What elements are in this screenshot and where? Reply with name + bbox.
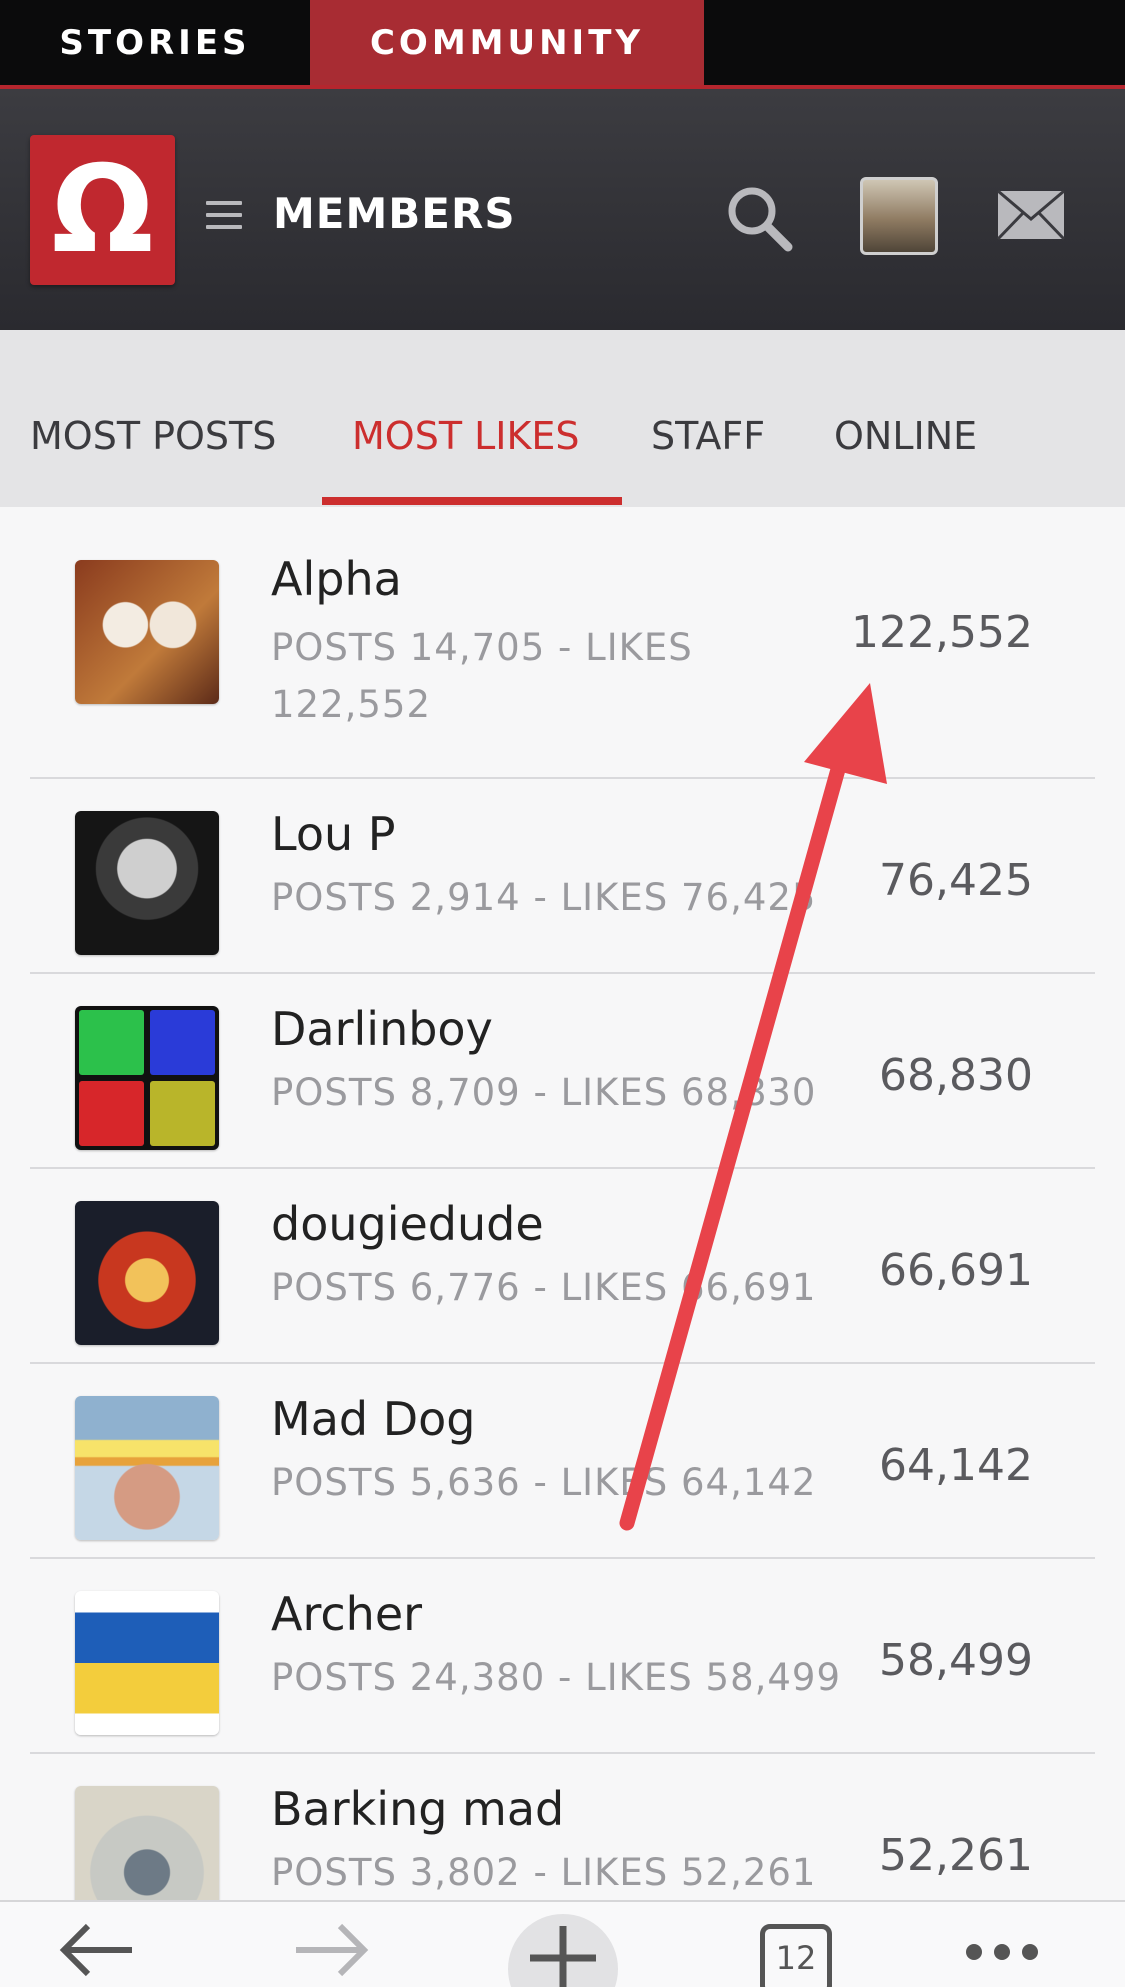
active-tab-indicator: [322, 497, 622, 505]
member-name[interactable]: Darlinboy: [271, 1002, 493, 1056]
member-likes-count: 76,425: [879, 855, 1033, 906]
member-tabs: MOST POSTS MOST LIKES STAFF ONLINE: [0, 330, 1125, 507]
member-avatar: [75, 1201, 219, 1345]
top-nav: STORIES COMMUNITY: [0, 0, 1125, 89]
site-header: Ω MEMBERS: [0, 89, 1125, 330]
member-name[interactable]: Archer: [271, 1587, 422, 1641]
top-tab-community[interactable]: COMMUNITY: [310, 0, 704, 85]
more-icon[interactable]: [966, 1944, 1038, 1960]
avatar[interactable]: [860, 177, 938, 255]
member-name[interactable]: dougiedude: [271, 1197, 544, 1251]
member-name[interactable]: Alpha: [271, 552, 402, 606]
list-item[interactable]: Barking mad POSTS 3,802 - LIKES 52,261 5…: [0, 1754, 1125, 1900]
member-avatar: [75, 1591, 219, 1735]
tab-staff[interactable]: STAFF: [651, 414, 765, 458]
tabs-icon[interactable]: 12: [760, 1924, 832, 1987]
member-stats: POSTS 14,705 - LIKES 122,552: [271, 626, 693, 726]
member-avatar: [75, 811, 219, 955]
member-likes-count: 52,261: [879, 1830, 1033, 1881]
member-name[interactable]: Barking mad: [271, 1782, 564, 1836]
member-stats: POSTS 8,709 - LIKES 68,830: [271, 1071, 817, 1114]
member-likes-count: 64,142: [879, 1440, 1033, 1491]
site-logo[interactable]: Ω: [30, 135, 175, 285]
list-item[interactable]: Archer POSTS 24,380 - LIKES 58,499 58,49…: [0, 1559, 1125, 1754]
member-avatar: [75, 1786, 219, 1900]
member-likes-count: 68,830: [879, 1050, 1033, 1101]
list-item[interactable]: Alpha POSTS 14,705 - LIKES 122,552 122,5…: [0, 507, 1125, 779]
member-avatar: [75, 1006, 219, 1150]
member-likes-count: 122,552: [851, 607, 1033, 658]
member-name[interactable]: Lou P: [271, 807, 395, 861]
member-name[interactable]: Mad Dog: [271, 1392, 475, 1446]
browser-toolbar: 12: [0, 1900, 1125, 1987]
member-likes-count: 58,499: [879, 1635, 1033, 1686]
list-item[interactable]: Darlinboy POSTS 8,709 - LIKES 68,830 68,…: [0, 974, 1125, 1169]
member-list: Alpha POSTS 14,705 - LIKES 122,552 122,5…: [0, 507, 1125, 1900]
member-stats: POSTS 2,914 - LIKES 76,425: [271, 876, 817, 919]
tab-most-likes[interactable]: MOST LIKES: [352, 414, 580, 458]
page-title: MEMBERS: [273, 189, 516, 238]
member-avatar: [75, 560, 219, 704]
list-item[interactable]: Lou P POSTS 2,914 - LIKES 76,425 76,425: [0, 779, 1125, 974]
list-item[interactable]: dougiedude POSTS 6,776 - LIKES 66,691 66…: [0, 1169, 1125, 1364]
search-icon[interactable]: [722, 181, 796, 255]
list-item[interactable]: Mad Dog POSTS 5,636 - LIKES 64,142 64,14…: [0, 1364, 1125, 1559]
new-tab-button[interactable]: [508, 1914, 618, 1987]
member-stats: POSTS 24,380 - LIKES 58,499: [271, 1656, 841, 1699]
member-stats: POSTS 3,802 - LIKES 52,261: [271, 1851, 817, 1894]
mail-icon[interactable]: [996, 189, 1066, 241]
member-likes-count: 66,691: [879, 1245, 1033, 1296]
member-stats: POSTS 5,636 - LIKES 64,142: [271, 1461, 817, 1504]
forward-arrow-icon[interactable]: [290, 1920, 370, 1980]
tab-online[interactable]: ONLINE: [834, 414, 977, 458]
menu-icon[interactable]: [206, 201, 242, 231]
top-tab-stories[interactable]: STORIES: [0, 0, 310, 85]
plus-icon: [530, 1926, 596, 1987]
member-avatar: [75, 1396, 219, 1540]
back-arrow-icon[interactable]: [58, 1920, 138, 1980]
tab-most-posts[interactable]: MOST POSTS: [30, 414, 276, 458]
member-stats: POSTS 6,776 - LIKES 66,691: [271, 1266, 817, 1309]
